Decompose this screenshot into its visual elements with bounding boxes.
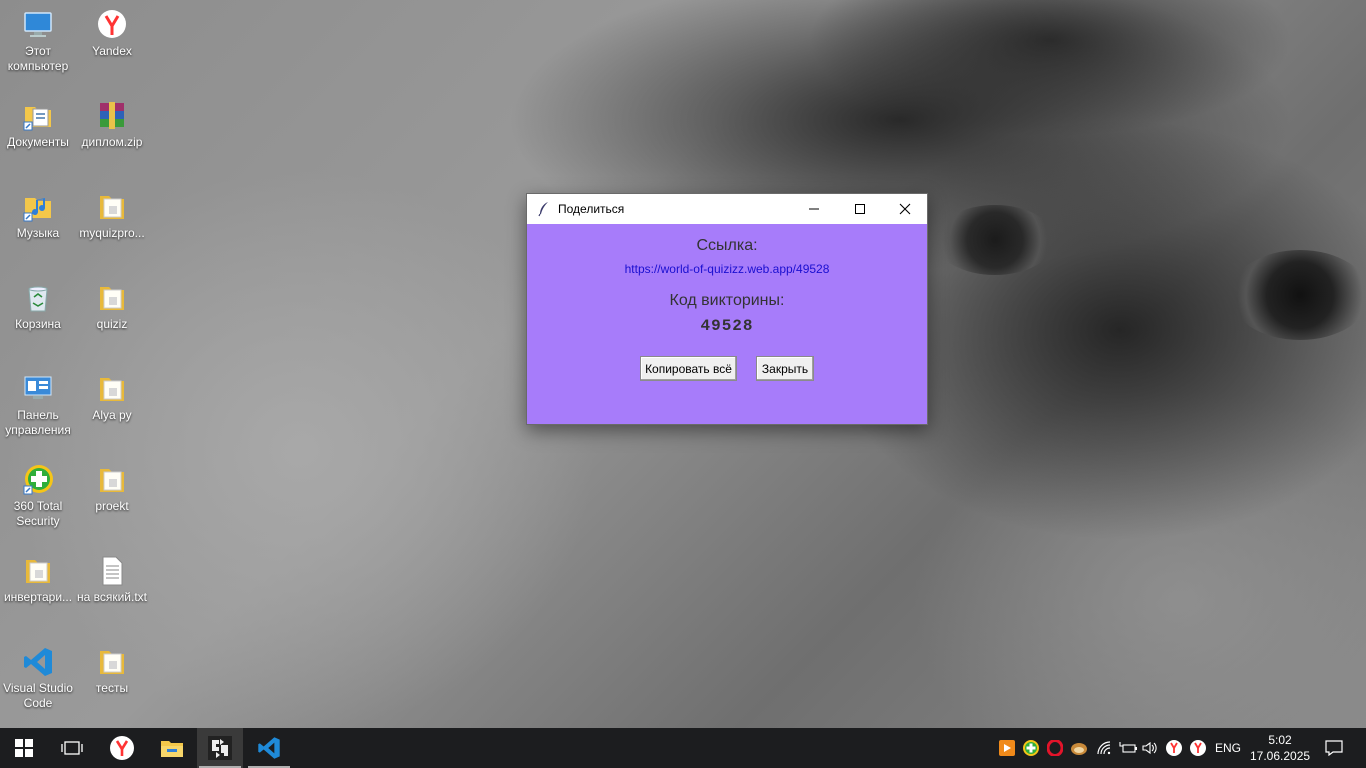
computer-icon	[24, 12, 52, 37]
taskbar-yandex-browser[interactable]	[98, 728, 146, 768]
close-button[interactable]: Закрыть	[756, 356, 814, 381]
taskbar: ENG 5:02 17.06.2025	[0, 728, 1366, 768]
folder-icon	[161, 741, 183, 757]
desktop-icon-vscode[interactable]: Visual Studio Code	[0, 645, 76, 711]
recycle-bin-icon	[28, 286, 48, 312]
copy-all-button[interactable]: Копировать всё	[640, 356, 737, 381]
opera-icon	[1047, 740, 1063, 756]
tray-battery[interactable]	[1118, 728, 1138, 768]
wifi-icon	[1097, 741, 1111, 755]
start-button[interactable]	[0, 728, 48, 768]
desktop-icon-recycle-bin[interactable]: Корзина	[0, 281, 76, 332]
quiz-code-value: 49528	[700, 317, 754, 335]
maximize-button[interactable]	[837, 194, 883, 224]
share-link[interactable]: https://world-of-quizizz.web.app/49528	[527, 262, 927, 276]
desktop-icon-this-pc[interactable]: Этот компьютер	[0, 8, 76, 74]
vscode-icon	[24, 648, 52, 676]
taskbar-file-explorer[interactable]	[148, 728, 196, 768]
task-view-icon	[61, 741, 83, 755]
tray-opera[interactable]	[1046, 728, 1064, 768]
desktop-icon-diploma-zip[interactable]: диплом.zip	[74, 99, 150, 150]
notification-icon	[1325, 740, 1343, 756]
clock[interactable]: 5:02 17.06.2025	[1250, 732, 1310, 764]
vscode-icon	[258, 737, 280, 759]
yandex-icon	[1190, 740, 1206, 756]
control-panel-icon	[24, 376, 52, 399]
maximize-icon	[855, 204, 865, 214]
volume-icon	[1142, 741, 1157, 755]
desktop-icon-alya-py-folder[interactable]: Alya py	[74, 372, 150, 423]
desktop-icon-inventory-folder[interactable]: инвертари...	[0, 554, 76, 605]
close-icon	[899, 203, 911, 215]
desktop-icon-yandex[interactable]: Yandex	[74, 8, 150, 59]
yandex-browser-icon	[110, 736, 134, 760]
desktop: Этот компьютер Документы Музыка Корзина	[0, 0, 1366, 728]
desktop-icon-proekt-folder[interactable]: proekt	[74, 463, 150, 514]
dialog-titlebar[interactable]: Поделиться	[527, 194, 927, 224]
taskbar-vscode[interactable]	[246, 728, 292, 768]
folder-icon	[100, 287, 124, 310]
desktop-icon-music[interactable]: Музыка	[0, 190, 76, 241]
yandex-icon	[1166, 740, 1182, 756]
language-label: ENG	[1214, 741, 1241, 755]
desktop-icon-quiziz-folder[interactable]: quiziz	[74, 281, 150, 332]
dialog-content: Ссылка: https://world-of-quizizz.web.app…	[527, 224, 927, 424]
battery-icon	[1119, 742, 1137, 753]
folder-icon	[26, 560, 50, 583]
tray-hamster[interactable]	[1069, 728, 1089, 768]
tray-volume[interactable]	[1141, 728, 1159, 768]
link-heading: Ссылка:	[696, 237, 758, 254]
hamster-icon	[1071, 743, 1087, 755]
documents-folder-icon	[23, 107, 51, 131]
360-security-icon	[1023, 740, 1039, 756]
desktop-icon-na-vsyakiy-txt[interactable]: на всякий.txt	[74, 554, 150, 605]
desktop-icon-360-total-security[interactable]: 360 Total Security	[0, 463, 76, 529]
notification-center-button[interactable]	[1316, 728, 1352, 768]
wallpaper-detail	[935, 205, 1055, 275]
wallpaper-detail	[1230, 250, 1366, 340]
minimize-icon	[809, 208, 819, 210]
desktop-icon-documents[interactable]: Документы	[0, 99, 76, 150]
tray-360-security[interactable]	[1022, 728, 1040, 768]
folder-icon	[100, 469, 124, 492]
desktop-icon-testy-folder[interactable]: тесты	[74, 645, 150, 696]
text-file-icon	[102, 556, 123, 586]
windows-logo-icon	[15, 739, 33, 757]
share-dialog: Поделиться Ссылка: https://world-of-quiz…	[526, 193, 928, 425]
clock-time: 5:02	[1268, 733, 1292, 747]
language-indicator[interactable]: ENG	[1211, 728, 1245, 768]
close-window-button[interactable]	[882, 194, 928, 224]
tray-media-player[interactable]	[998, 728, 1016, 768]
winrar-archive-icon	[100, 102, 124, 129]
folder-icon	[100, 651, 124, 674]
tk-app-icon	[208, 736, 232, 760]
desktop-icon-control-panel[interactable]: Панель управления	[0, 372, 76, 438]
music-folder-icon	[23, 198, 51, 222]
clock-date: 17.06.2025	[1250, 749, 1311, 763]
folder-icon	[100, 378, 124, 401]
task-view-button[interactable]	[48, 728, 96, 768]
minimize-button[interactable]	[791, 194, 837, 224]
tray-wifi[interactable]	[1096, 728, 1114, 768]
media-player-icon	[999, 740, 1015, 756]
yandex-browser-icon	[98, 10, 126, 38]
360-security-icon	[23, 465, 53, 495]
taskbar-tk-app[interactable]	[197, 728, 243, 768]
tray-yandex-2[interactable]	[1189, 728, 1207, 768]
dialog-title: Поделиться	[558, 202, 625, 216]
tk-feather-icon	[538, 202, 548, 217]
tray-yandex-1[interactable]	[1165, 728, 1183, 768]
folder-icon	[100, 196, 124, 219]
quiz-code-heading: Код викторины:	[669, 292, 785, 309]
desktop-icon-myquizpro-folder[interactable]: myquizpro...	[74, 190, 150, 241]
